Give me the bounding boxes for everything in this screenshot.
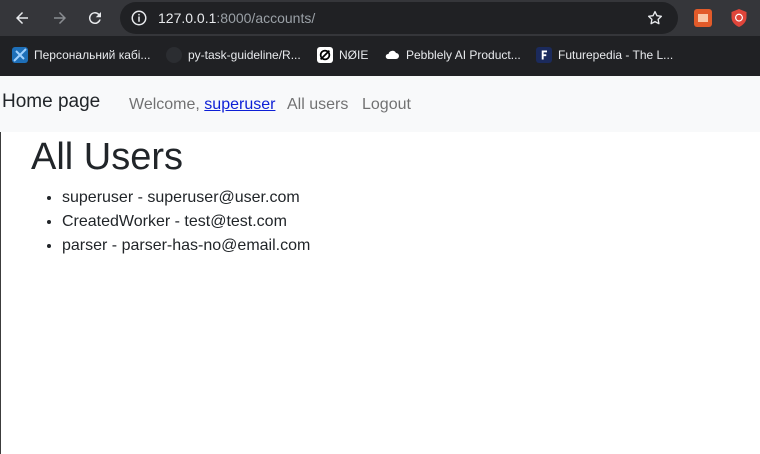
home-page-link[interactable]: Home page (2, 90, 100, 114)
logout-link[interactable]: Logout (362, 95, 411, 115)
list-item: CreatedWorker - test@test.com (62, 210, 310, 234)
browser-chrome: 127.0.0.1:8000/accounts/ Персональний ка… (0, 0, 760, 76)
bookmark-item[interactable]: Futurepedia - The L... (536, 46, 673, 64)
github-icon (166, 47, 182, 63)
list-item: parser - parser-has-no@email.com (62, 234, 310, 258)
noie-icon (317, 47, 333, 63)
info-icon[interactable] (130, 9, 148, 27)
forward-button[interactable] (48, 6, 72, 30)
users-list: superuser - superuser@user.com CreatedWo… (30, 186, 310, 258)
bookmark-item[interactable]: NØIE (317, 46, 368, 64)
arrow-right-icon (54, 12, 66, 24)
browser-toolbar: 127.0.0.1:8000/accounts/ (0, 0, 760, 36)
futurepedia-icon (536, 47, 552, 63)
address-bar[interactable]: 127.0.0.1:8000/accounts/ (120, 2, 678, 34)
bookmarks-bar: Персональний кабі... py-task-guideline/R… (0, 38, 760, 72)
list-item: superuser - superuser@user.com (62, 186, 310, 210)
bookmark-favicon-icon (12, 47, 28, 63)
username-link[interactable]: superuser (204, 96, 275, 113)
page-title: All Users (31, 136, 184, 178)
arrow-left-icon (16, 12, 28, 24)
back-button[interactable] (10, 6, 34, 30)
bookmark-star-icon[interactable] (646, 9, 664, 27)
window-border (0, 76, 1, 454)
shield-extension-icon[interactable] (730, 8, 748, 28)
bookmark-item[interactable]: Персональний кабі... (12, 46, 150, 64)
bookmark-item[interactable]: Pebblely AI Product... (384, 46, 521, 64)
url-text: 127.0.0.1:8000/accounts/ (158, 10, 316, 26)
site-navbar: Home page Welcome, superuser All users L… (0, 76, 760, 132)
reload-icon (88, 12, 101, 25)
extension-icon[interactable] (694, 9, 712, 27)
bookmark-item[interactable]: py-task-guideline/R... (166, 46, 301, 64)
welcome-text: Welcome, superuser (129, 96, 276, 113)
cloud-icon (384, 47, 400, 63)
all-users-link[interactable]: All users (287, 95, 348, 115)
reload-button[interactable] (83, 6, 107, 30)
